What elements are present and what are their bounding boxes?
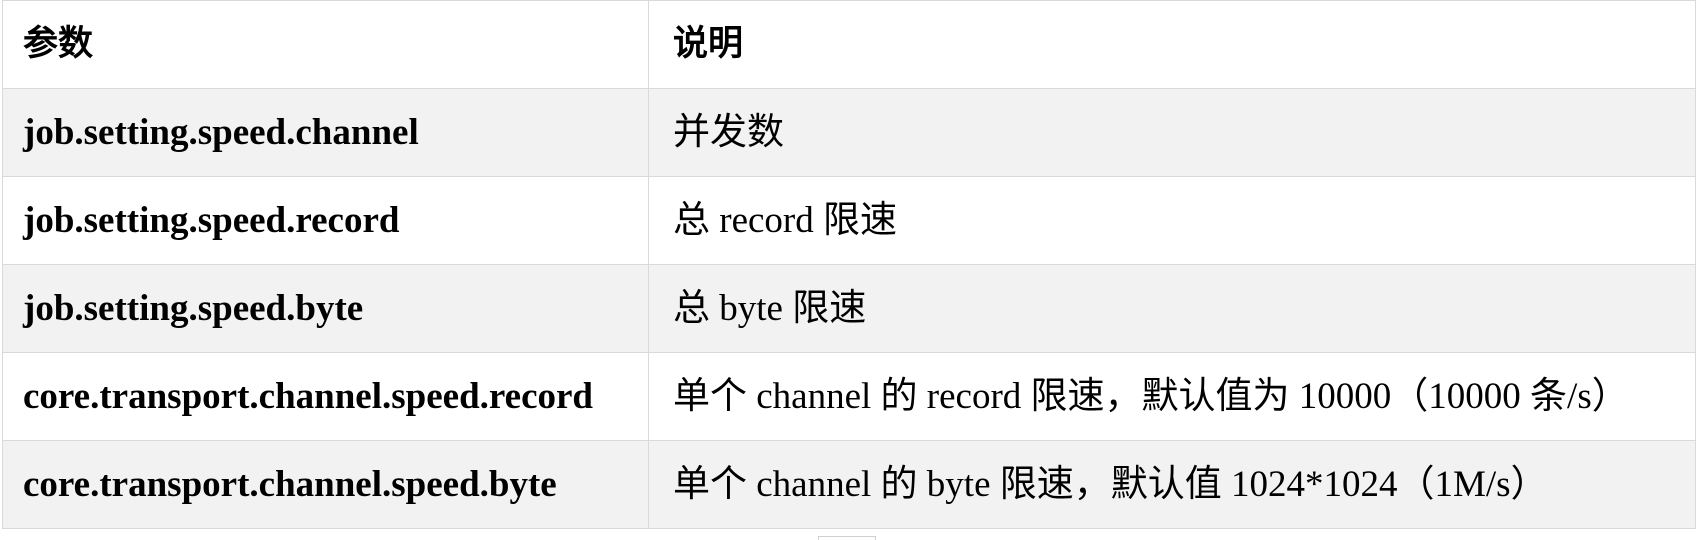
table-row: job.setting.speed.byte 总 byte 限速 — [2, 264, 1696, 353]
param-name: core.transport.channel.speed.record — [2, 352, 649, 441]
header-description: 说明 — [648, 0, 1696, 89]
param-description: 单个 channel 的 byte 限速，默认值 1024*1024（1M/s） — [648, 440, 1696, 529]
table-row: core.transport.channel.speed.byte 单个 cha… — [2, 440, 1696, 529]
param-description: 并发数 — [648, 88, 1696, 177]
parameter-table: 参数 说明 job.setting.speed.channel 并发数 job.… — [2, 0, 1696, 529]
param-description: 单个 channel 的 record 限速，默认值为 10000（10000 … — [648, 352, 1696, 441]
page-break-marker — [818, 536, 876, 540]
param-name: job.setting.speed.channel — [2, 88, 649, 177]
param-name: core.transport.channel.speed.byte — [2, 440, 649, 529]
table-row: core.transport.channel.speed.record 单个 c… — [2, 352, 1696, 441]
param-name: job.setting.speed.record — [2, 176, 649, 265]
header-param: 参数 — [2, 0, 649, 89]
param-name: job.setting.speed.byte — [2, 264, 649, 353]
table-header-row: 参数 说明 — [2, 0, 1696, 89]
param-description: 总 record 限速 — [648, 176, 1696, 265]
param-description: 总 byte 限速 — [648, 264, 1696, 353]
table-row: job.setting.speed.channel 并发数 — [2, 88, 1696, 177]
table-row: job.setting.speed.record 总 record 限速 — [2, 176, 1696, 265]
